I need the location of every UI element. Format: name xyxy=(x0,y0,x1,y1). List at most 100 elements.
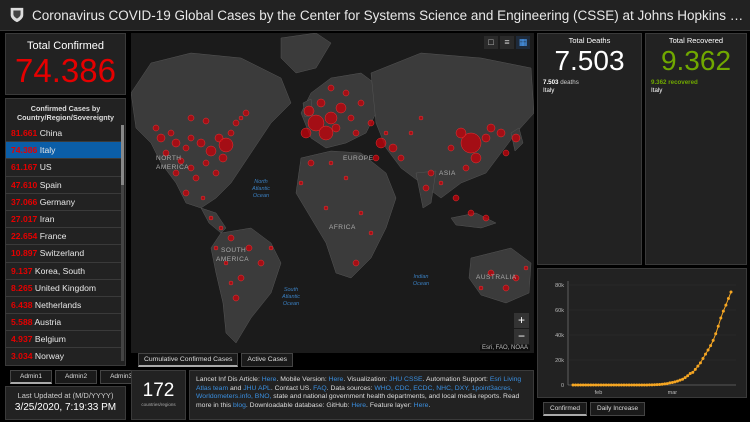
tab-chart-confirmed[interactable]: Confirmed xyxy=(543,402,587,416)
deaths-item-country: Italy xyxy=(543,87,555,94)
country-list-item[interactable]: 37.066 Germany xyxy=(6,194,123,211)
cases-chart: 0 20k 40k 60k 80k feb mar xyxy=(555,281,736,396)
chart-point xyxy=(704,352,708,356)
country-case-count: 6.438 xyxy=(11,299,33,310)
country-name: China xyxy=(39,128,63,138)
list-icon[interactable]: ≡ xyxy=(500,36,514,49)
country-list-item[interactable]: 10.897 Switzerland xyxy=(6,245,123,263)
tab-cumulative-confirmed[interactable]: Cumulative Confirmed Cases xyxy=(138,353,239,367)
country-case-count: 10.897 xyxy=(11,248,38,259)
jhu-apl-link[interactable]: JHU APL xyxy=(243,385,271,392)
zoom-in-button[interactable]: + xyxy=(514,313,529,328)
github-link[interactable]: Here xyxy=(351,402,366,409)
country-list-item[interactable]: 47.610 Spain xyxy=(6,177,123,194)
chart-point xyxy=(688,372,692,376)
tab-active-cases[interactable]: Active Cases xyxy=(241,353,294,367)
chart-point xyxy=(686,374,690,378)
chart-point xyxy=(719,316,723,320)
zoom-out-button[interactable]: − xyxy=(514,329,529,344)
country-list-item[interactable]: 9.137 Korea, South xyxy=(6,263,123,280)
country-list-item[interactable]: 81.661 China xyxy=(6,125,123,143)
chart-point xyxy=(724,303,728,307)
total-deaths-value: 7.503 xyxy=(554,45,625,76)
grid-icon[interactable]: ▦ xyxy=(516,36,530,49)
label-europe: EUROPE xyxy=(343,155,374,162)
chart-point xyxy=(668,381,672,385)
country-list-scrollbar[interactable] xyxy=(121,125,124,361)
country-case-count: 5.588 xyxy=(11,317,33,328)
deaths-item-text: deaths xyxy=(560,79,579,86)
chart-y-tick-label: 20k xyxy=(555,358,564,364)
country-list-item[interactable]: 4.937 Belgium xyxy=(6,331,123,349)
country-case-count: 27.017 xyxy=(11,213,38,224)
deaths-item-num: 7.503 xyxy=(543,79,559,86)
jhu-shield-logo xyxy=(10,7,24,23)
label-north-atlantic-2: Atlantic xyxy=(251,186,270,192)
chart-tabs: Confirmed Daily Increase xyxy=(543,402,646,416)
chart-point xyxy=(647,383,651,387)
last-updated-value: 3/25/2020, 7:19:33 PM xyxy=(14,402,117,413)
chart-point xyxy=(653,383,657,387)
country-name: United Kingdom xyxy=(34,282,97,293)
recovered-list-item[interactable]: 9.362 recovered Italy xyxy=(646,75,746,94)
total-recovered-label: Total Recovered xyxy=(668,36,724,45)
chart-point xyxy=(663,382,667,386)
country-list-item[interactable]: 3.034 Norway xyxy=(6,348,123,365)
country-list-item[interactable]: 8.265 United Kingdom xyxy=(6,280,123,297)
tab-chart-daily-increase[interactable]: Daily Increase xyxy=(589,402,646,416)
country-name: Switzerland xyxy=(39,248,85,259)
label-asia: ASIA xyxy=(439,170,456,177)
chart-point xyxy=(683,376,687,380)
country-list-item[interactable]: 5.588 Austria xyxy=(6,314,123,332)
lancet-link[interactable]: Here xyxy=(262,376,277,383)
chart-point xyxy=(701,357,705,361)
label-south-atlantic-2: Atlantic xyxy=(281,294,300,300)
country-name: Iran xyxy=(39,213,55,224)
info-text: . xyxy=(428,401,431,409)
chart-point xyxy=(650,383,654,387)
bookmark-icon[interactable]: □ xyxy=(484,36,498,49)
chart-point xyxy=(665,382,669,386)
country-list-item[interactable]: 6.438 Netherlands xyxy=(6,297,123,315)
country-list-item[interactable]: 61.167 US xyxy=(6,159,123,177)
info-text: . Visualization: xyxy=(343,376,389,383)
info-text: . Contact US. xyxy=(270,384,314,392)
label-australia: AUSTRALIA xyxy=(476,274,517,281)
label-africa: AFRICA xyxy=(329,224,356,231)
country-case-count: 74.386 xyxy=(11,145,38,156)
chart-point xyxy=(660,382,664,386)
chart-series-line xyxy=(573,291,732,386)
country-list-item[interactable]: 74.386 Italy xyxy=(6,142,123,160)
chart-point xyxy=(681,377,685,381)
world-map[interactable]: NORTH AMERICA SOUTH AMERICA EUROPE AFRIC… xyxy=(131,33,534,353)
feature-layer-link[interactable]: Here xyxy=(414,402,429,409)
label-indian-2: Ocean xyxy=(413,281,429,287)
country-list-item[interactable]: 22.654 France xyxy=(6,228,123,246)
blog-link[interactable]: blog xyxy=(233,402,246,409)
total-recovered-value: 9.362 xyxy=(660,45,732,76)
country-list-item[interactable]: 27.017 Iran xyxy=(6,211,123,229)
chart-point xyxy=(716,324,720,328)
label-south-atlantic: South xyxy=(284,287,298,293)
chart-point xyxy=(726,297,730,300)
country-case-count: 22.654 xyxy=(11,231,38,242)
mobile-link[interactable]: Here xyxy=(329,376,344,383)
zoom-controls: + − xyxy=(514,313,529,345)
info-text: . Data sources: xyxy=(326,384,375,392)
country-name: Belgium xyxy=(34,334,66,345)
scrollbar-thumb[interactable] xyxy=(121,125,124,185)
faq-link[interactable]: FAQ xyxy=(313,385,327,392)
recovered-item-num: 9.362 xyxy=(651,79,667,86)
country-name: US xyxy=(39,162,52,173)
countries-count-panel: 172 countries/regions xyxy=(131,370,186,420)
jhu-csse-link[interactable]: JHU CSSE xyxy=(389,376,423,383)
tab-admin1[interactable]: Admin1 xyxy=(10,370,53,384)
country-name: Austria xyxy=(34,317,62,328)
label-north-america-2: AMERICA xyxy=(156,164,189,171)
deaths-list-item[interactable]: 7.503 deaths Italy xyxy=(538,75,641,94)
country-name: Korea, South xyxy=(34,265,86,276)
chart-point xyxy=(673,380,677,384)
tab-admin2[interactable]: Admin2 xyxy=(55,370,98,384)
chart-point xyxy=(696,364,700,368)
chart-point xyxy=(655,383,659,387)
